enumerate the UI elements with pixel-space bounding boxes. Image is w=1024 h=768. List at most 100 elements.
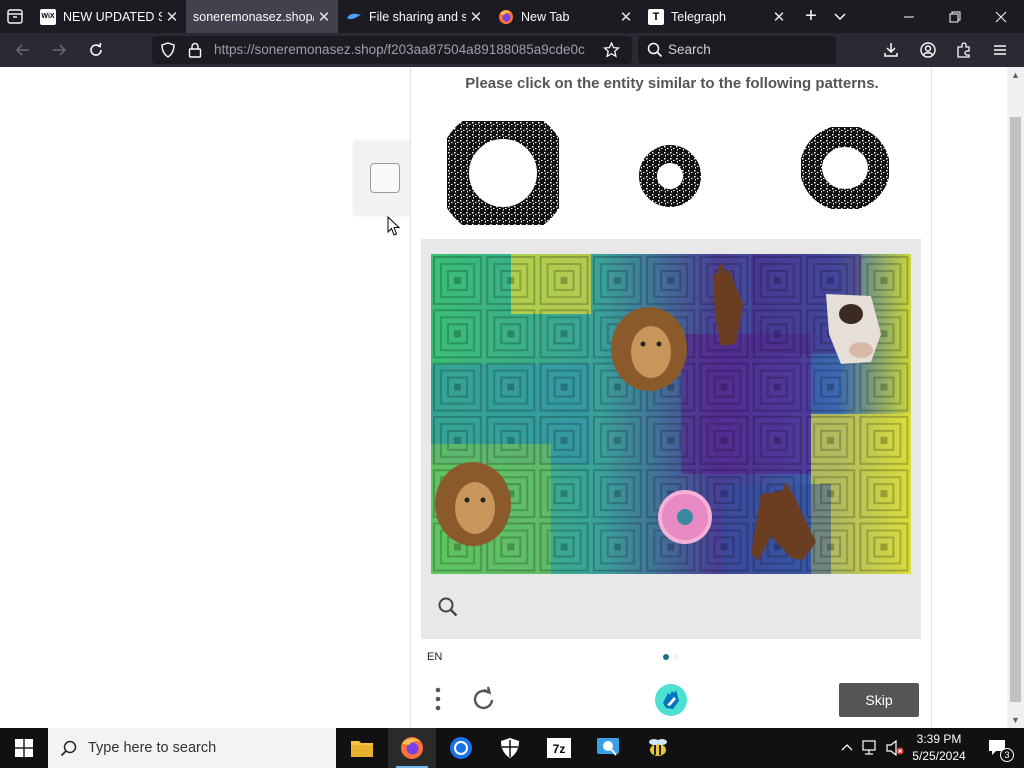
extensions-button[interactable] bbox=[951, 38, 977, 62]
telegraph-favicon-icon: T bbox=[648, 8, 664, 25]
remote-app[interactable] bbox=[584, 728, 632, 768]
app-menu-button[interactable] bbox=[987, 38, 1013, 62]
lock-icon[interactable] bbox=[188, 42, 202, 58]
more-options-icon[interactable] bbox=[431, 685, 445, 713]
search-icon bbox=[60, 740, 77, 757]
close-window-button[interactable] bbox=[978, 0, 1024, 33]
captcha-challenge: Please click on the entity similar to th… bbox=[410, 67, 932, 728]
network-icon bbox=[862, 740, 876, 755]
page-indicator bbox=[673, 654, 679, 660]
refresh-challenge-icon[interactable] bbox=[471, 685, 497, 713]
puzzle-piece-icon bbox=[957, 42, 970, 58]
tab-wix[interactable]: WiX NEW UPDATED SYSTEM ✕ bbox=[32, 0, 186, 33]
tab-close-icon[interactable]: ✕ bbox=[466, 8, 486, 26]
svg-text:7z: 7z bbox=[553, 742, 566, 756]
tab-close-icon[interactable]: ✕ bbox=[616, 8, 636, 26]
hamburger-menu-icon bbox=[994, 45, 1006, 55]
chevron-down-icon[interactable] bbox=[832, 8, 848, 24]
wetransfer-favicon-icon bbox=[346, 9, 362, 25]
minimize-icon bbox=[904, 16, 914, 17]
tab-title: soneremonasez.shop/f203aa87 bbox=[193, 9, 314, 24]
show-hidden-icons-button[interactable] bbox=[838, 728, 856, 768]
firefox-icon bbox=[401, 737, 423, 759]
back-button[interactable] bbox=[10, 38, 36, 62]
chevron-up-icon bbox=[841, 744, 853, 751]
donut-pattern-medium bbox=[801, 127, 889, 209]
lion-entity[interactable] bbox=[435, 462, 511, 546]
wix-favicon-icon: WiX bbox=[40, 8, 56, 25]
windows-security-app[interactable] bbox=[486, 728, 534, 768]
mouse-cursor-icon bbox=[387, 216, 401, 236]
network-tray-button[interactable] bbox=[860, 728, 882, 768]
zoom-search-icon[interactable] bbox=[437, 596, 459, 618]
challenge-image-panel bbox=[421, 239, 921, 639]
file-explorer-app[interactable] bbox=[338, 728, 386, 768]
chrome-app[interactable] bbox=[437, 728, 485, 768]
hcaptcha-logo-icon[interactable] bbox=[654, 683, 688, 717]
url-text[interactable]: https://soneremonasez.shop/f203aa87504a8… bbox=[214, 42, 594, 57]
captcha-checkbox[interactable] bbox=[370, 163, 400, 193]
reload-button[interactable] bbox=[83, 38, 109, 62]
donut-entity[interactable] bbox=[658, 490, 712, 544]
clock-time: 3:39 PM bbox=[916, 732, 962, 746]
downloads-button[interactable] bbox=[878, 38, 904, 62]
page-scrollbar[interactable]: ▲ ▼ bbox=[1007, 67, 1024, 728]
7zip-app[interactable]: 7z bbox=[535, 728, 583, 768]
arrow-left-icon bbox=[15, 44, 29, 56]
tab-telegraph[interactable]: T Telegraph ✕ bbox=[640, 0, 793, 33]
donut-pattern-small bbox=[639, 145, 701, 207]
page-indicator-active bbox=[663, 654, 669, 660]
reload-icon bbox=[90, 42, 102, 56]
notification-center-button[interactable]: 3 bbox=[978, 728, 1018, 768]
tab-title: Telegraph bbox=[671, 9, 726, 24]
tab-close-icon[interactable]: ✕ bbox=[769, 8, 789, 26]
search-icon bbox=[647, 42, 663, 58]
tracking-shield-icon[interactable] bbox=[160, 42, 176, 58]
search-placeholder: Search bbox=[668, 42, 711, 57]
restore-button[interactable] bbox=[932, 0, 978, 33]
close-icon bbox=[995, 11, 1007, 22]
search-bar[interactable]: Search bbox=[638, 36, 836, 64]
new-tab-button[interactable]: + bbox=[801, 5, 821, 27]
tab-close-icon[interactable]: ✕ bbox=[162, 8, 182, 26]
account-button[interactable] bbox=[915, 38, 941, 62]
taskbar-search-placeholder: Type here to search bbox=[88, 740, 217, 756]
remote-desktop-icon bbox=[597, 738, 619, 756]
tab-active-site[interactable]: soneremonasez.shop/f203aa87 ✕ bbox=[186, 0, 338, 33]
lion-entity[interactable] bbox=[611, 307, 687, 391]
bee-app[interactable] bbox=[634, 728, 682, 768]
taskbar-search-box[interactable]: Type here to search bbox=[48, 728, 336, 768]
tab-file-sharing[interactable]: File sharing and storage ✕ bbox=[338, 0, 490, 33]
7zip-icon: 7z bbox=[547, 738, 571, 758]
address-bar[interactable]: https://soneremonasez.shop/f203aa87504a8… bbox=[152, 36, 632, 64]
arrow-right-icon bbox=[53, 44, 67, 56]
captcha-checkbox-card bbox=[353, 140, 411, 216]
start-button[interactable] bbox=[0, 728, 48, 768]
volume-muted-icon bbox=[886, 740, 904, 756]
challenge-prompt: Please click on the entity similar to th… bbox=[465, 75, 879, 92]
scroll-down-arrow-icon[interactable]: ▼ bbox=[1007, 712, 1024, 728]
donut-pattern-large bbox=[447, 121, 559, 225]
windows-logo-icon bbox=[15, 739, 33, 757]
restore-icon bbox=[949, 11, 961, 22]
tab-new-tab[interactable]: New Tab ✕ bbox=[490, 0, 640, 33]
web-page: Please click on the entity similar to th… bbox=[0, 67, 1007, 728]
minimize-button[interactable] bbox=[886, 0, 932, 33]
forward-button[interactable] bbox=[46, 38, 72, 62]
tab-close-icon[interactable]: ✕ bbox=[314, 8, 334, 26]
tab-strip: WiX NEW UPDATED SYSTEM ✕ soneremonasez.s… bbox=[0, 0, 1024, 33]
firefox-app[interactable] bbox=[388, 728, 436, 768]
taskbar-clock[interactable]: 3:39 PM 5/25/2024 bbox=[906, 731, 972, 765]
windows-taskbar: Type here to search 7z 3:39 PM 5/25/2024… bbox=[0, 728, 1024, 768]
challenge-image[interactable] bbox=[431, 254, 911, 574]
notification-count-badge: 3 bbox=[1000, 748, 1014, 762]
firefox-view-icon[interactable] bbox=[6, 8, 24, 25]
language-selector[interactable]: EN bbox=[427, 651, 442, 663]
skip-button[interactable]: Skip bbox=[839, 683, 919, 717]
tab-title: NEW UPDATED SYSTEM bbox=[63, 9, 162, 24]
volume-tray-button[interactable] bbox=[884, 728, 906, 768]
scrollbar-thumb[interactable] bbox=[1010, 117, 1021, 702]
bee-icon bbox=[649, 739, 667, 756]
scroll-up-arrow-icon[interactable]: ▲ bbox=[1007, 67, 1024, 83]
bookmark-star-icon[interactable] bbox=[603, 42, 620, 58]
